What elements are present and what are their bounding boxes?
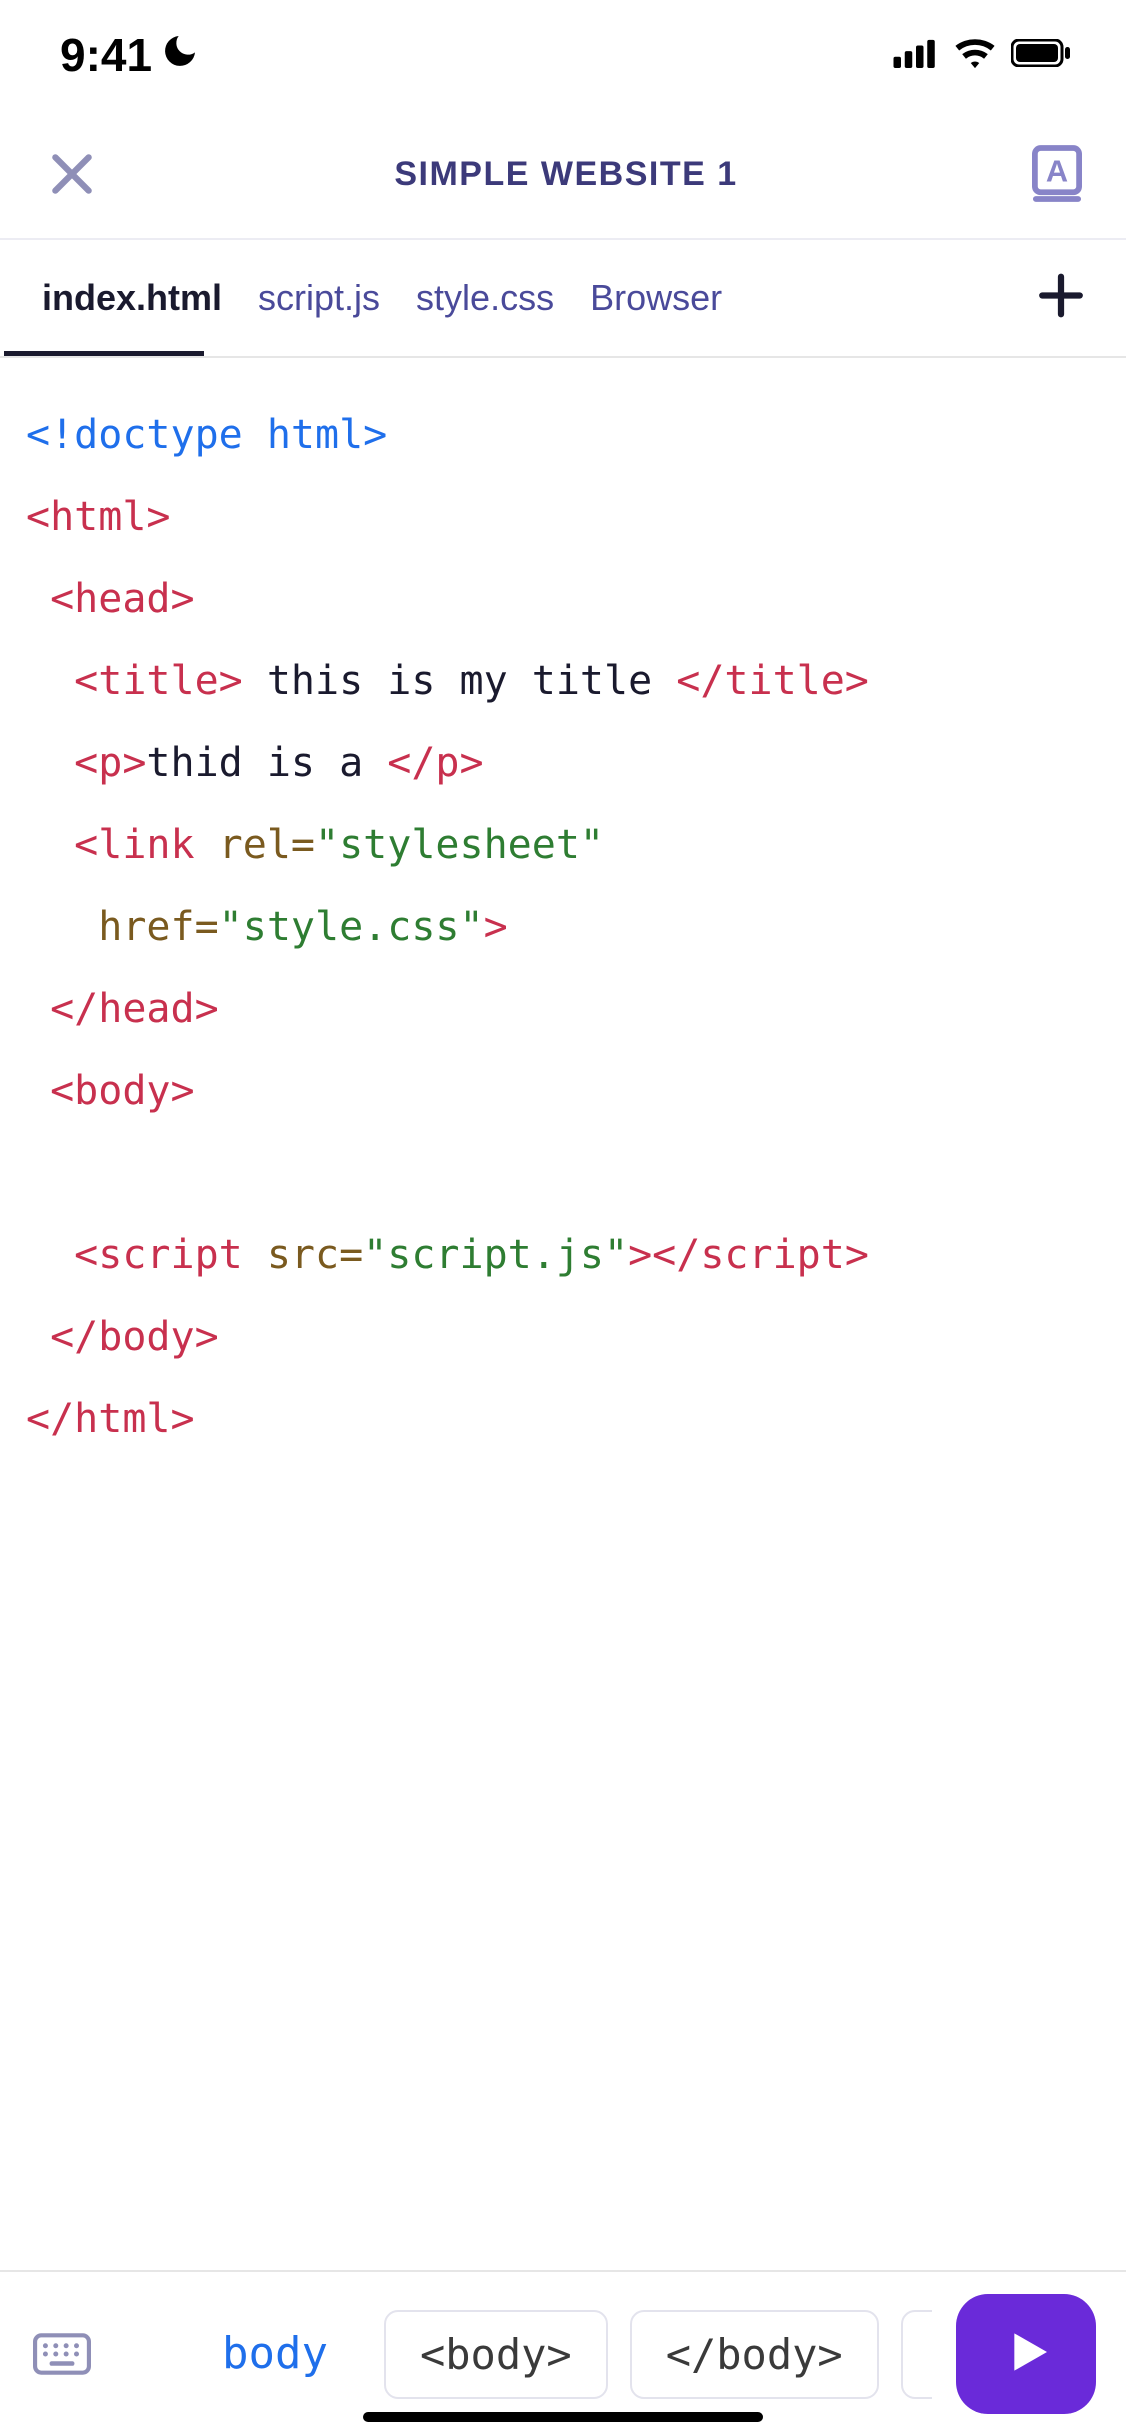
cell-signal-icon (893, 38, 939, 73)
suggestion-strip: body <body> </body> a (118, 2310, 932, 2399)
code-token: > (484, 904, 508, 950)
page-title: SIMPLE WEBSITE 1 (394, 155, 737, 194)
suggestion-open-tag[interactable]: <body> (384, 2310, 608, 2399)
code-token: href= (98, 904, 218, 950)
code-token: <body> (50, 1068, 195, 1114)
code-token: <title> (74, 658, 243, 704)
code-token: src= (243, 1232, 363, 1278)
title-bar: SIMPLE WEBSITE 1 A (0, 110, 1126, 240)
code-token: </ (652, 1232, 700, 1278)
status-bar: 9:41 (0, 0, 1126, 110)
code-token: </title> (676, 658, 869, 704)
font-size-icon[interactable]: A (1030, 144, 1084, 204)
battery-icon (1011, 39, 1071, 72)
svg-text:A: A (1046, 154, 1068, 189)
code-token: > (628, 1232, 652, 1278)
code-token: <script (74, 1232, 243, 1278)
code-token: </p> (387, 740, 483, 786)
tabs-row: index.html script.js style.css Browser (0, 240, 1126, 358)
code-token: </body> (50, 1314, 219, 1360)
wifi-icon (953, 37, 997, 74)
code-token: this is my title (243, 658, 676, 704)
tab-browser[interactable]: Browser (572, 240, 740, 356)
suggestion-partial[interactable]: a (901, 2310, 932, 2399)
tab-script-js[interactable]: script.js (240, 240, 398, 356)
home-indicator (363, 2412, 763, 2422)
tab-style-css[interactable]: style.css (398, 240, 572, 356)
code-token: script> (700, 1232, 869, 1278)
code-token: <link (74, 822, 194, 868)
status-time: 9:41 (60, 28, 152, 82)
run-button[interactable] (956, 2294, 1096, 2414)
code-token: <html> (26, 494, 171, 540)
code-token: <head> (50, 576, 195, 622)
code-token: thid is a (146, 740, 387, 786)
suggestion-close-tag[interactable]: </body> (630, 2310, 879, 2399)
close-icon[interactable] (42, 144, 102, 204)
play-icon (998, 2324, 1054, 2385)
moon-icon (160, 28, 200, 82)
suggestion-word[interactable]: body (188, 2310, 362, 2399)
active-tab-underline (4, 351, 204, 356)
code-token: "script.js" (363, 1232, 628, 1278)
code-token: <p> (74, 740, 146, 786)
bottom-bar: body <body> </body> a (0, 2270, 1126, 2436)
code-token: <!doctype html> (26, 412, 387, 458)
code-token: "stylesheet" (315, 822, 604, 868)
code-editor[interactable]: <!doctype html> <html> <head> <title> th… (0, 358, 1126, 2270)
code-token: "style.css" (219, 904, 484, 950)
keyboard-icon[interactable] (30, 2322, 94, 2386)
tab-index-html[interactable]: index.html (24, 240, 240, 356)
code-token: </head> (50, 986, 219, 1032)
add-tab-button[interactable] (1036, 271, 1086, 326)
code-token: rel= (195, 822, 315, 868)
code-token: </html> (26, 1396, 195, 1442)
